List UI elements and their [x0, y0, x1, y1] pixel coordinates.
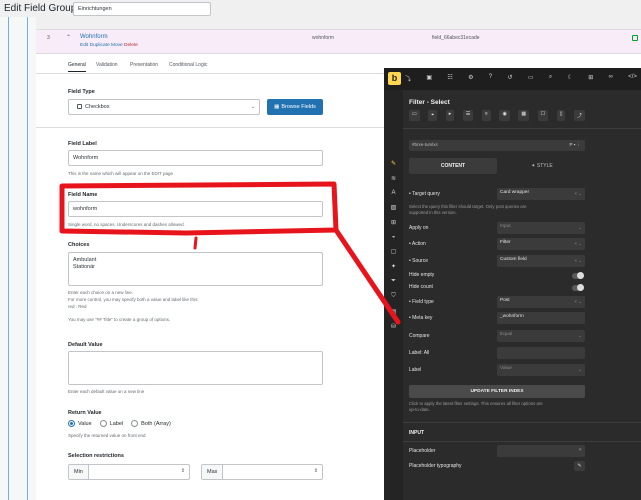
annotation-overlay — [59, 181, 401, 325]
annotation-tick — [193, 236, 198, 250]
annotation-highlight-box — [59, 181, 339, 236]
annotation-pointer-line — [333, 227, 401, 325]
